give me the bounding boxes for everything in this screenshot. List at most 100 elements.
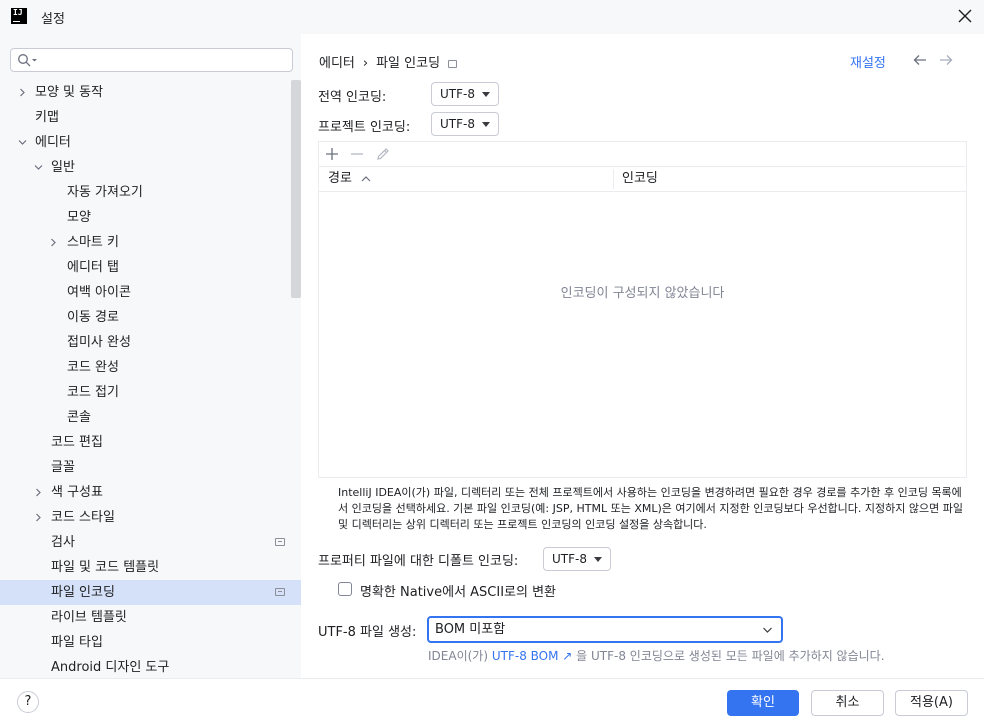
project-scope-icon	[448, 59, 458, 68]
global-encoding-value: UTF-8	[440, 87, 475, 101]
bom-hint-link[interactable]: UTF-8 BOM ↗	[492, 649, 572, 663]
sidebar-item[interactable]: 코드 편집	[0, 430, 301, 455]
settings-tree: 모양 및 동작키맵에디터일반자동 가져오기모양스마트 키에디터 탭여백 아이콘이…	[0, 80, 301, 678]
chevron-down-icon[interactable]	[18, 138, 27, 147]
sidebar-item-label: 글꼴	[51, 460, 75, 475]
properties-encoding-select[interactable]: UTF-8	[543, 547, 611, 571]
column-divider[interactable]	[613, 169, 614, 189]
sidebar-item-label: 파일 타입	[51, 635, 103, 650]
close-icon[interactable]	[956, 7, 974, 25]
add-icon[interactable]	[324, 146, 340, 162]
sidebar-item[interactable]: Android 디자인 도구	[0, 655, 301, 678]
ok-button[interactable]: 확인	[727, 690, 799, 716]
breadcrumb-parent[interactable]: 에디터	[319, 56, 355, 71]
sidebar-item[interactable]: 에디터 탭	[0, 255, 301, 280]
global-encoding-select[interactable]: UTF-8	[431, 82, 499, 106]
sidebar-item[interactable]: 검사	[0, 530, 301, 555]
sidebar-scrollbar[interactable]	[291, 80, 301, 298]
column-header-encoding[interactable]: 인코딩	[622, 167, 658, 191]
breadcrumb: 에디터 › 파일 인코딩	[319, 52, 458, 71]
column-header-path[interactable]: 경로	[328, 167, 372, 191]
dropdown-arrow-icon	[482, 92, 490, 97]
sidebar-item[interactable]: 글꼴	[0, 455, 301, 480]
sidebar-item-label: 일반	[51, 160, 75, 175]
properties-encoding-label: 프로퍼티 파일에 대한 디폴트 인코딩:	[318, 554, 519, 569]
sidebar-item-label: 접미사 완성	[67, 335, 131, 350]
sidebar-item[interactable]: 자동 가져오기	[0, 180, 301, 205]
chevron-down-icon[interactable]	[34, 163, 43, 172]
sidebar-item[interactable]: 콘솔	[0, 405, 301, 430]
sidebar-item[interactable]: 코드 스타일	[0, 505, 301, 530]
sidebar-item-label: 코드 스타일	[51, 510, 115, 525]
bom-select[interactable]: BOM 미포함	[427, 616, 783, 643]
sidebar-item-label: Android 디자인 도구	[51, 660, 170, 675]
forward-arrow-icon[interactable]	[939, 54, 953, 66]
native-to-ascii-label[interactable]: 명확한 Native에서 ASCII로의 변환	[360, 581, 556, 600]
sidebar-item[interactable]: 라이브 템플릿	[0, 605, 301, 630]
dialog-footer: ? 확인 취소 적용(A)	[0, 678, 984, 722]
sidebar-item[interactable]: 스마트 키	[0, 230, 301, 255]
cancel-button[interactable]: 취소	[811, 690, 884, 716]
back-arrow-icon[interactable]	[913, 54, 927, 66]
sort-ascending-icon	[361, 175, 371, 181]
native-to-ascii-checkbox[interactable]	[338, 582, 352, 596]
sidebar-item-label: 파일 인코딩	[51, 585, 115, 600]
sidebar-item-label: 코드 완성	[67, 360, 119, 375]
sidebar-item-label: 여백 아이콘	[67, 285, 131, 300]
edit-icon[interactable]	[375, 146, 391, 162]
bom-value: BOM 미포함	[435, 622, 506, 637]
sidebar-item[interactable]: 모양	[0, 205, 301, 230]
sidebar-item[interactable]: 여백 아이콘	[0, 280, 301, 305]
sidebar-item-label: 모양	[67, 210, 91, 225]
chevron-right-icon[interactable]	[49, 238, 58, 247]
chevron-down-icon	[763, 627, 772, 633]
reset-link[interactable]: 재설정	[850, 52, 886, 71]
sidebar-item[interactable]: 에디터	[0, 130, 301, 155]
sidebar-item-label: 파일 및 코드 템플릿	[51, 560, 160, 575]
path-encoding-table: 경로 인코딩 인코딩이 구성되지 않았습니다	[318, 141, 967, 478]
sidebar-item-label: 에디터 탭	[67, 260, 119, 275]
sidebar-item-label: 에디터	[35, 135, 71, 150]
sidebar-item[interactable]: 모양 및 동작	[0, 80, 301, 105]
sidebar-item-label: 자동 가져오기	[67, 185, 143, 200]
sidebar-item[interactable]: 일반	[0, 155, 301, 180]
sidebar-item[interactable]: 접미사 완성	[0, 330, 301, 355]
bom-hint-prefix: IDEA이(가)	[428, 649, 492, 663]
breadcrumb-separator: ›	[362, 56, 369, 71]
global-encoding-label: 전역 인코딩:	[318, 90, 387, 105]
sidebar-item[interactable]: 코드 접기	[0, 380, 301, 405]
search-icon	[18, 54, 37, 67]
bom-label: UTF-8 파일 생성:	[318, 625, 417, 640]
sidebar-item-label: 라이브 템플릿	[51, 610, 127, 625]
project-scope-icon	[275, 538, 285, 546]
sidebar-item-label: 색 구성표	[51, 485, 103, 500]
sidebar-item[interactable]: 파일 타입	[0, 630, 301, 655]
sidebar-item-label: 검사	[51, 535, 75, 550]
table-toolbar	[319, 142, 966, 166]
table-empty-text: 인코딩이 구성되지 않았습니다	[560, 286, 725, 301]
encoding-help-text: IntelliJ IDEA이(가) 파일, 디렉터리 또는 전체 프로젝트에서 …	[338, 486, 963, 531]
search-input[interactable]	[10, 48, 293, 72]
remove-icon[interactable]	[349, 146, 365, 162]
sidebar-item[interactable]: 코드 완성	[0, 355, 301, 380]
chevron-right-icon[interactable]	[18, 88, 27, 97]
apply-button[interactable]: 적용(A)	[895, 690, 968, 716]
sidebar-item-label: 모양 및 동작	[35, 85, 104, 100]
sidebar-item-label: 콘솔	[67, 410, 91, 425]
title-bar: IJ 설정	[0, 0, 984, 34]
help-button[interactable]: ?	[17, 691, 39, 713]
dropdown-arrow-icon	[594, 557, 602, 562]
sidebar-item[interactable]: 이동 경로	[0, 305, 301, 330]
properties-encoding-value: UTF-8	[552, 552, 587, 566]
sidebar-item[interactable]: 키맵	[0, 105, 301, 130]
window-title: 설정	[41, 12, 65, 27]
sidebar-item[interactable]: 파일 및 코드 템플릿	[0, 555, 301, 580]
project-encoding-select[interactable]: UTF-8	[431, 112, 499, 136]
sidebar-item[interactable]: 색 구성표	[0, 480, 301, 505]
file-encodings-panel: 에디터 › 파일 인코딩 재설정 전역 인코딩: UTF-8 프로젝트 인코딩: U…	[301, 34, 984, 678]
chevron-right-icon[interactable]	[34, 488, 43, 497]
sidebar-item[interactable]: 파일 인코딩	[0, 580, 301, 605]
project-encoding-label: 프로젝트 인코딩:	[318, 120, 411, 135]
chevron-right-icon[interactable]	[34, 513, 43, 522]
column-path-label: 경로	[328, 171, 352, 186]
